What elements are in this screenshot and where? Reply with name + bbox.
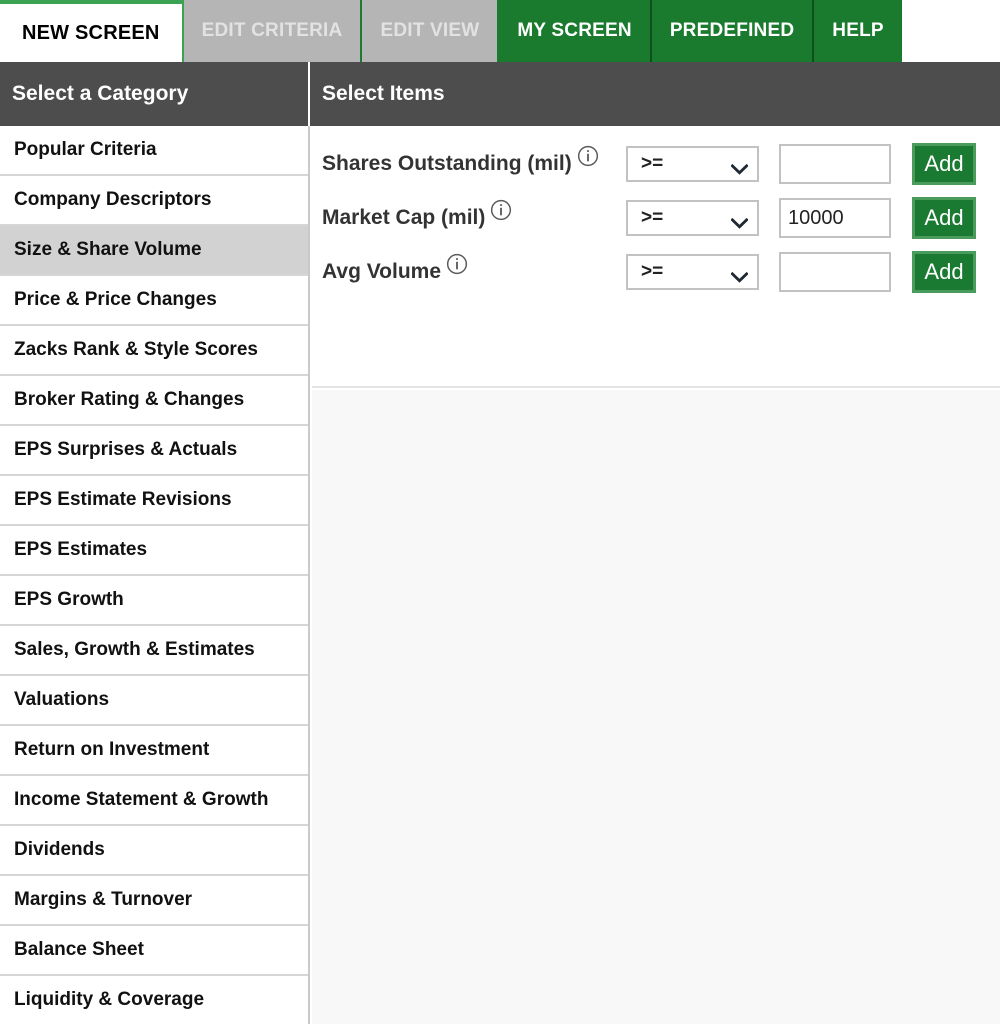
tab-edit-view: EDIT VIEW bbox=[362, 0, 500, 62]
operator-select[interactable]: >= bbox=[626, 254, 759, 290]
tab-predefined[interactable]: PREDEFINED bbox=[651, 0, 815, 62]
add-criteria-button[interactable]: Add bbox=[912, 251, 976, 293]
sidebar-item-dividends[interactable]: Dividends bbox=[0, 826, 308, 876]
sidebar-item-sales-growth-estimates[interactable]: Sales, Growth & Estimates bbox=[0, 626, 308, 676]
tab-help[interactable]: HELP bbox=[814, 0, 902, 62]
criteria-label-group: Market Cap (mil) bbox=[322, 199, 512, 233]
sidebar-item-label: Dividends bbox=[14, 839, 105, 860]
sidebar-item-zacks-rank-style-scores[interactable]: Zacks Rank & Style Scores bbox=[0, 326, 308, 376]
tab-edit-criteria: EDIT CRITERIA bbox=[183, 0, 363, 62]
sidebar-item-label: Company Descriptors bbox=[14, 189, 212, 210]
criteria-row: Market Cap (mil) >= Add bbox=[312, 191, 1000, 245]
add-criteria-button[interactable]: Add bbox=[912, 143, 976, 185]
sidebar-item-liquidity-coverage[interactable]: Liquidity & Coverage bbox=[0, 976, 308, 1024]
category-panel-header: Select a Category bbox=[0, 62, 310, 126]
tab-label: HELP bbox=[832, 20, 884, 41]
sidebar-item-valuations[interactable]: Valuations bbox=[0, 676, 308, 726]
info-circle-icon[interactable] bbox=[446, 253, 468, 275]
sidebar-item-label: EPS Estimates bbox=[14, 539, 148, 560]
operator-value: >= bbox=[641, 261, 664, 282]
sidebar-item-return-on-investment[interactable]: Return on Investment bbox=[0, 726, 308, 776]
sidebar-item-eps-surprises-actuals[interactable]: EPS Surprises & Actuals bbox=[0, 426, 308, 476]
sidebar-item-label: EPS Estimate Revisions bbox=[14, 489, 232, 510]
sidebar-item-label: Liquidity & Coverage bbox=[14, 989, 205, 1010]
chevron-down-icon bbox=[730, 213, 749, 229]
chevron-down-icon bbox=[730, 267, 749, 283]
tab-label: EDIT VIEW bbox=[380, 20, 480, 41]
select-items-panel: Shares Outstanding (mil) >= Add Market Cap … bbox=[312, 126, 1000, 388]
empty-content-area bbox=[312, 390, 1000, 1024]
top-tab-bar: NEW SCREEN EDIT CRITERIA EDIT VIEW MY SCREE… bbox=[0, 0, 1000, 62]
operator-value: >= bbox=[641, 153, 664, 174]
sidebar-item-label: Income Statement & Growth bbox=[14, 789, 269, 810]
sidebar-item-balance-sheet[interactable]: Balance Sheet bbox=[0, 926, 308, 976]
sidebar-item-eps-growth[interactable]: EPS Growth bbox=[0, 576, 308, 626]
sidebar-item-price-price-changes[interactable]: Price & Price Changes bbox=[0, 276, 308, 326]
sidebar-item-company-descriptors[interactable]: Company Descriptors bbox=[0, 176, 308, 226]
criteria-label: Avg Volume bbox=[322, 260, 442, 283]
sidebar-item-income-statement-growth[interactable]: Income Statement & Growth bbox=[0, 776, 308, 826]
info-circle-icon[interactable] bbox=[577, 145, 599, 167]
criteria-label: Shares Outstanding (mil) bbox=[322, 152, 572, 175]
screener-app: NEW SCREEN EDIT CRITERIA EDIT VIEW MY SCREE… bbox=[0, 0, 1000, 1024]
tab-new-screen[interactable]: NEW SCREEN bbox=[0, 0, 184, 62]
sidebar-item-broker-rating-changes[interactable]: Broker Rating & Changes bbox=[0, 376, 308, 426]
tab-label: EDIT CRITERIA bbox=[201, 20, 343, 41]
sidebar-item-size-share-volume[interactable]: Size & Share Volume bbox=[0, 226, 308, 276]
tab-label: NEW SCREEN bbox=[22, 21, 160, 44]
sidebar-item-margins-turnover[interactable]: Margins & Turnover bbox=[0, 876, 308, 926]
sidebar-item-label: EPS Surprises & Actuals bbox=[14, 439, 238, 460]
operator-select[interactable]: >= bbox=[626, 200, 759, 236]
criteria-label-group: Avg Volume bbox=[322, 253, 468, 287]
sidebar-item-label: Broker Rating & Changes bbox=[14, 389, 245, 410]
criteria-value-input[interactable] bbox=[779, 198, 891, 238]
sidebar-item-label: Zacks Rank & Style Scores bbox=[14, 339, 258, 360]
sidebar-item-eps-estimates[interactable]: EPS Estimates bbox=[0, 526, 308, 576]
tab-label: PREDEFINED bbox=[669, 20, 795, 41]
tab-label: MY SCREEN bbox=[517, 20, 632, 41]
category-panel-title: Select a Category bbox=[12, 82, 189, 105]
criteria-row: Avg Volume >= Add bbox=[312, 245, 1000, 299]
sidebar-item-label: Margins & Turnover bbox=[14, 889, 193, 910]
criteria-row: Shares Outstanding (mil) >= Add bbox=[312, 137, 1000, 191]
sidebar-item-label: Valuations bbox=[14, 689, 110, 710]
sidebar-item-popular-criteria[interactable]: Popular Criteria bbox=[0, 126, 308, 176]
info-circle-icon[interactable] bbox=[490, 199, 512, 221]
tab-my-screen[interactable]: MY SCREEN bbox=[499, 0, 652, 62]
sidebar-item-label: Price & Price Changes bbox=[14, 289, 217, 310]
category-sidebar[interactable]: Popular Criteria Company Descriptors Size … bbox=[0, 126, 310, 1024]
sidebar-item-label: Balance Sheet bbox=[14, 939, 144, 960]
chevron-down-icon bbox=[730, 159, 749, 175]
sidebar-item-label: Popular Criteria bbox=[14, 139, 157, 160]
items-panel-header: Select Items bbox=[310, 62, 1000, 126]
criteria-label: Market Cap (mil) bbox=[322, 206, 486, 229]
criteria-label-group: Shares Outstanding (mil) bbox=[322, 145, 599, 179]
sidebar-item-label: Size & Share Volume bbox=[14, 239, 202, 260]
add-criteria-button[interactable]: Add bbox=[912, 197, 976, 239]
sidebar-item-eps-estimate-revisions[interactable]: EPS Estimate Revisions bbox=[0, 476, 308, 526]
items-panel-title: Select Items bbox=[322, 82, 445, 105]
operator-select[interactable]: >= bbox=[626, 146, 759, 182]
criteria-value-input[interactable] bbox=[779, 252, 891, 292]
operator-value: >= bbox=[641, 207, 664, 228]
sidebar-item-label: EPS Growth bbox=[14, 589, 124, 610]
panel-header-bar: Select a Category Select Items bbox=[0, 62, 1000, 126]
criteria-value-input[interactable] bbox=[779, 144, 891, 184]
sidebar-item-label: Sales, Growth & Estimates bbox=[14, 639, 255, 660]
sidebar-item-label: Return on Investment bbox=[14, 739, 210, 760]
